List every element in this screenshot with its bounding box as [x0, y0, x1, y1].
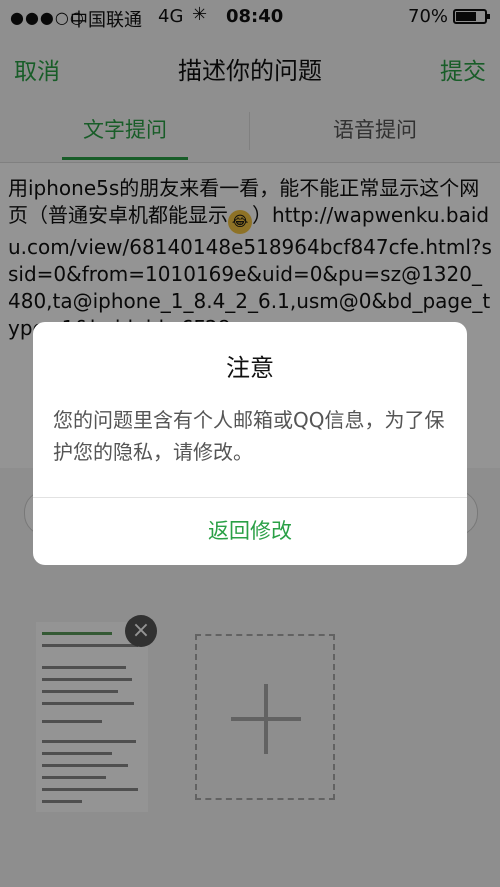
alert-dialog: 注意 您的问题里含有个人邮箱或QQ信息，为了保护您的隐私，请修改。 返回修改	[33, 322, 467, 565]
return-edit-button[interactable]: 返回修改	[33, 498, 467, 565]
dialog-title: 注意	[226, 354, 274, 382]
dialog-message: 您的问题里含有个人邮箱或QQ信息，为了保护您的隐私，请修改。	[53, 408, 445, 464]
